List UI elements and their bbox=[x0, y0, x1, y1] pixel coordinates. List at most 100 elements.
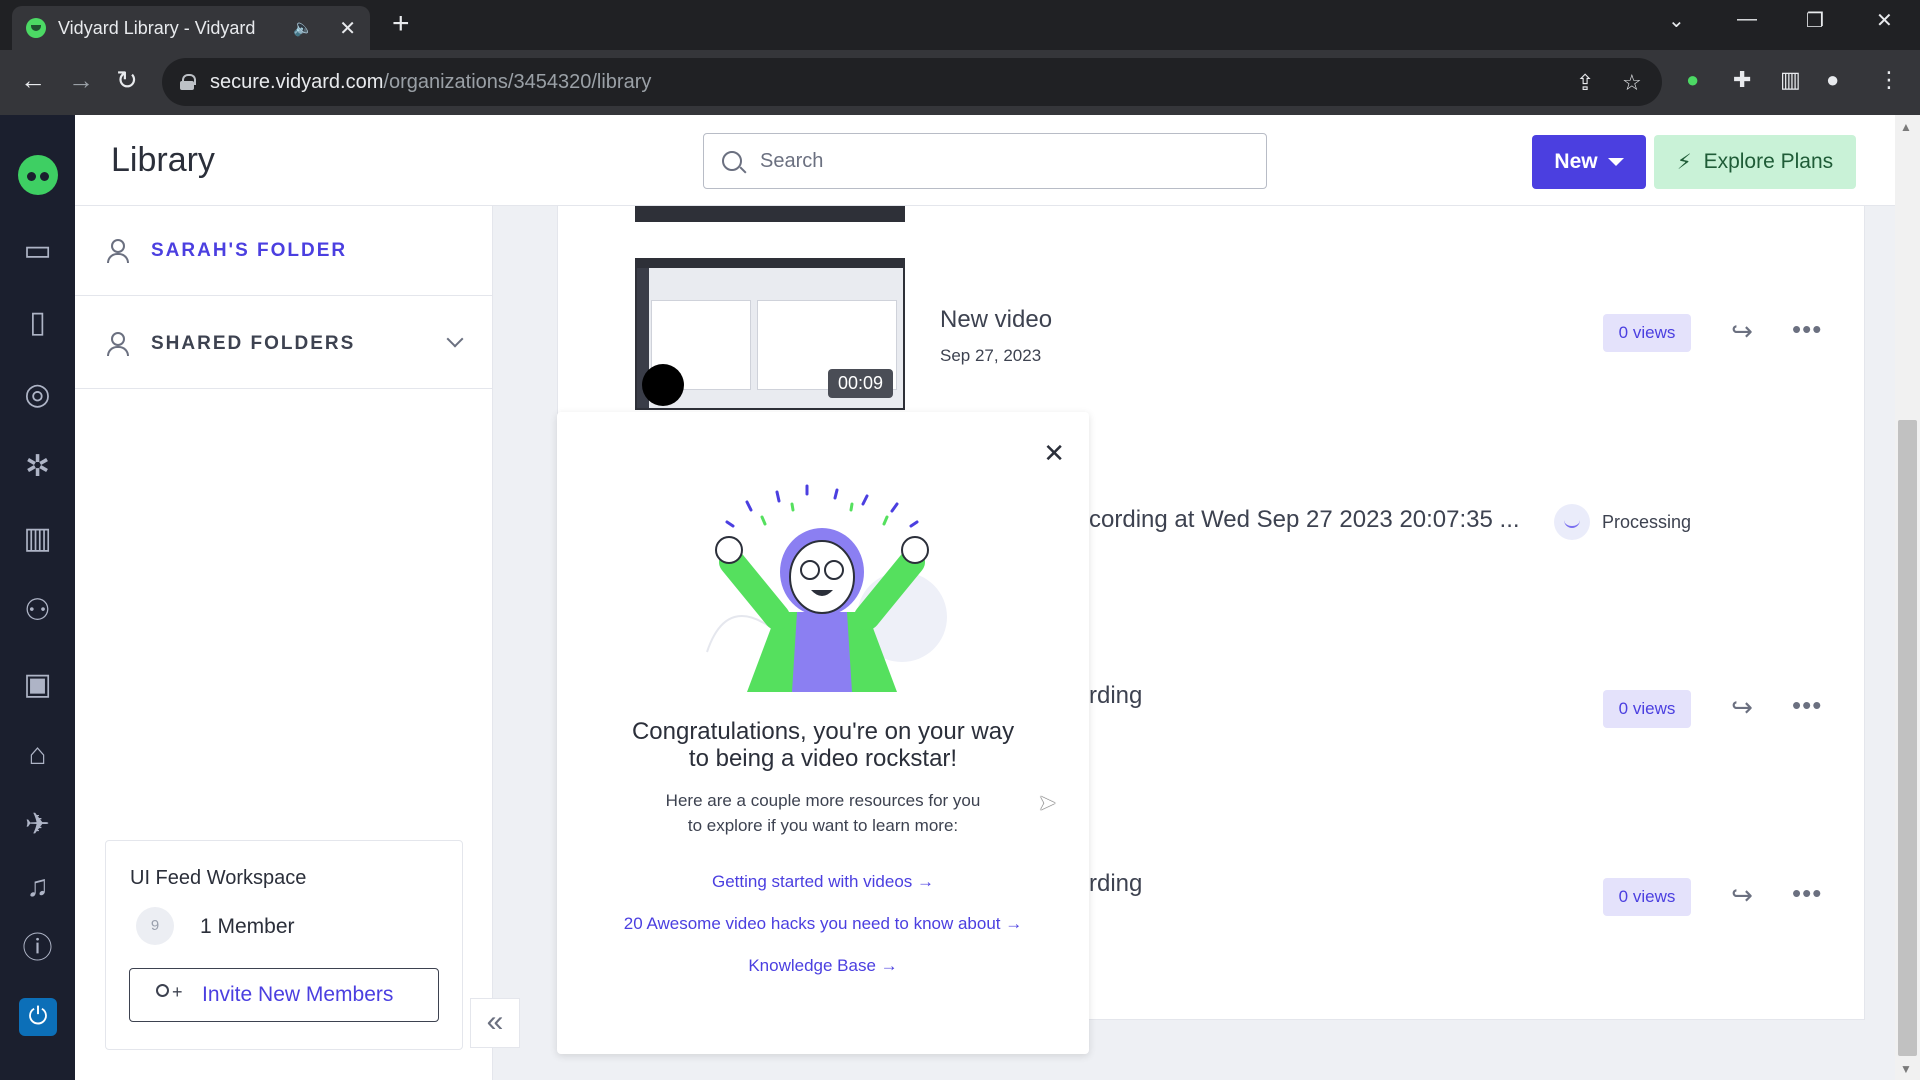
lock-icon[interactable] bbox=[180, 74, 196, 90]
address-bar[interactable]: secure.vidyard.com/organizations/3454320… bbox=[162, 58, 1662, 106]
tab-search-icon[interactable]: ⌄ bbox=[1668, 8, 1685, 33]
search-box[interactable] bbox=[703, 133, 1267, 189]
vidyard-logo-icon[interactable] bbox=[18, 155, 58, 195]
thumb-browser-bar bbox=[637, 260, 903, 268]
scroll-up-icon[interactable]: ▲ bbox=[1900, 120, 1912, 134]
restore-icon[interactable]: ❐ bbox=[1806, 8, 1824, 33]
reload-icon[interactable]: ↻ bbox=[116, 65, 138, 95]
workspace-name: UI Feed Workspace bbox=[130, 867, 307, 889]
popup-subtext-line: Here are a couple more resources for you bbox=[665, 791, 981, 810]
more-options-icon[interactable]: ••• bbox=[1792, 314, 1822, 345]
browser-menu-icon[interactable]: ⋮ bbox=[1878, 67, 1900, 93]
playlist-icon[interactable]: ▣ bbox=[0, 667, 75, 703]
congratulations-popup: ✕ Congratulations, you're on your way to… bbox=[557, 412, 1089, 1054]
app-nav-rail: ▭ ▯ ◎ ✲ ▥ ⚇ ▣ ⌂ ✈ ♫ ⓘ ⏻ bbox=[0, 115, 75, 1080]
browser-tab-bar: Vidyard Library - Vidyard 🔈 ✕ + ⌄ — ❐ ✕ bbox=[0, 0, 1920, 50]
video-thumbnail[interactable]: 00:09 bbox=[635, 258, 905, 410]
tab-close-icon[interactable]: ✕ bbox=[339, 16, 356, 41]
bell-icon[interactable]: ♫ bbox=[0, 869, 75, 905]
window-close-icon[interactable]: ✕ bbox=[1876, 8, 1893, 33]
door-icon[interactable]: ▯ bbox=[0, 305, 75, 341]
side-panel-icon[interactable]: ▥ bbox=[1780, 67, 1801, 93]
processing-spinner-icon bbox=[1554, 504, 1590, 540]
video-title[interactable]: cording at Wed Sep 27 2023 20:07:35 ... bbox=[1089, 506, 1520, 534]
search-input[interactable] bbox=[760, 149, 1200, 173]
people-icon bbox=[105, 331, 129, 356]
new-button-label: New bbox=[1554, 150, 1598, 173]
getting-started-link[interactable]: Getting started with videos → bbox=[557, 872, 1089, 892]
previous-video-thumbnail[interactable] bbox=[635, 206, 905, 222]
chevron-down-icon[interactable] bbox=[446, 330, 464, 348]
share-icon[interactable]: ↪ bbox=[1727, 316, 1757, 346]
mouse-cursor-icon: ➤ bbox=[1038, 790, 1057, 815]
person-icon bbox=[105, 238, 129, 263]
minimize-icon[interactable]: — bbox=[1737, 8, 1757, 31]
workspace-card: UI Feed Workspace 9 1 Member Invite New … bbox=[105, 840, 463, 1050]
share-page-icon[interactable]: ⇪ bbox=[1576, 70, 1594, 96]
my-folder-item[interactable]: SARAH'S FOLDER bbox=[75, 206, 493, 296]
help-icon[interactable]: ⓘ bbox=[0, 931, 75, 967]
add-user-icon bbox=[152, 982, 183, 1006]
scrollbar-thumb[interactable] bbox=[1898, 420, 1917, 1056]
video-title[interactable]: rding bbox=[1089, 682, 1142, 710]
views-badge[interactable]: 0 views bbox=[1603, 314, 1691, 352]
people-icon[interactable]: ⚇ bbox=[0, 593, 75, 629]
forward-icon[interactable]: → bbox=[68, 65, 94, 95]
extensions-puzzle-icon[interactable]: ✚ bbox=[1733, 67, 1751, 93]
tab-title: Vidyard Library - Vidyard bbox=[58, 17, 256, 38]
video-row[interactable]: 00:09 New video Sep 27, 2023 0 views ↪ •… bbox=[557, 258, 1865, 410]
url-host: secure.vidyard.com bbox=[210, 70, 384, 93]
celebration-illustration bbox=[706, 484, 947, 692]
invite-members-button[interactable]: Invite New Members bbox=[129, 968, 439, 1022]
popup-subtext: Here are a couple more resources for you… bbox=[557, 788, 1089, 838]
url-path: /organizations/3454320/library bbox=[383, 70, 652, 93]
video-icon[interactable]: ▭ bbox=[0, 233, 75, 269]
explore-plans-label: Explore Plans bbox=[1703, 150, 1834, 173]
video-hacks-link[interactable]: 20 Awesome video hacks you need to know … bbox=[557, 914, 1089, 934]
explore-plans-button[interactable]: ⚡ Explore Plans bbox=[1654, 135, 1856, 189]
close-icon[interactable]: ✕ bbox=[1043, 440, 1065, 466]
views-badge[interactable]: 0 views bbox=[1603, 878, 1691, 916]
more-options-icon[interactable]: ••• bbox=[1792, 878, 1822, 909]
scroll-down-icon[interactable]: ▼ bbox=[1900, 1062, 1912, 1076]
more-options-icon[interactable]: ••• bbox=[1792, 690, 1822, 721]
webcam-bubble bbox=[642, 364, 684, 406]
video-title[interactable]: rding bbox=[1089, 870, 1142, 898]
back-icon[interactable]: ← bbox=[20, 65, 46, 95]
collapse-sidebar-button[interactable]: « bbox=[470, 998, 520, 1048]
new-tab-button[interactable]: + bbox=[392, 9, 410, 39]
shared-folders-item[interactable]: SHARED FOLDERS bbox=[75, 299, 493, 389]
knowledge-base-link[interactable]: Knowledge Base → bbox=[557, 956, 1089, 976]
page-title: Library bbox=[111, 141, 215, 179]
new-button[interactable]: New bbox=[1532, 135, 1646, 189]
processing-status: Processing bbox=[1602, 512, 1692, 532]
audio-icon[interactable]: 🔈 bbox=[293, 18, 313, 38]
app-header: Library New ⚡ Explore Plans bbox=[75, 115, 1895, 206]
bookmark-star-icon[interactable]: ☆ bbox=[1622, 70, 1642, 96]
shared-folders-label: SHARED FOLDERS bbox=[151, 332, 356, 354]
lightning-icon: ⚡ bbox=[1676, 150, 1692, 174]
my-folder-label: SARAH'S FOLDER bbox=[151, 239, 348, 261]
share-icon[interactable]: ↪ bbox=[1727, 692, 1757, 722]
video-date: Sep 27, 2023 bbox=[940, 346, 1042, 365]
network-icon[interactable]: ✲ bbox=[0, 449, 75, 485]
video-duration: 00:09 bbox=[827, 369, 893, 398]
profile-avatar-icon[interactable]: ● bbox=[1826, 67, 1839, 93]
target-icon[interactable]: ◎ bbox=[0, 377, 75, 413]
chart-icon[interactable]: ▥ bbox=[0, 521, 75, 557]
telescope-icon[interactable]: ✈ bbox=[0, 807, 75, 843]
vidyard-extension-icon[interactable]: ● bbox=[1686, 67, 1699, 93]
member-avatar: 9 bbox=[136, 907, 174, 945]
power-icon[interactable]: ⏻ bbox=[19, 998, 57, 1036]
invite-label: Invite New Members bbox=[202, 983, 394, 1006]
views-badge[interactable]: 0 views bbox=[1603, 690, 1691, 728]
vidyard-favicon-icon bbox=[26, 18, 46, 38]
video-title[interactable]: New video bbox=[940, 306, 1052, 334]
browser-tab[interactable]: Vidyard Library - Vidyard 🔈 ✕ bbox=[12, 6, 370, 50]
search-icon bbox=[722, 151, 742, 171]
popup-heading-line: to being a video rockstar! bbox=[688, 745, 958, 772]
popup-heading: Congratulations, you're on your way to b… bbox=[557, 718, 1089, 772]
share-icon[interactable]: ↪ bbox=[1727, 880, 1757, 910]
popup-subtext-line: to explore if you want to learn more: bbox=[687, 816, 959, 835]
graduation-icon[interactable]: ⌂ bbox=[0, 737, 75, 773]
